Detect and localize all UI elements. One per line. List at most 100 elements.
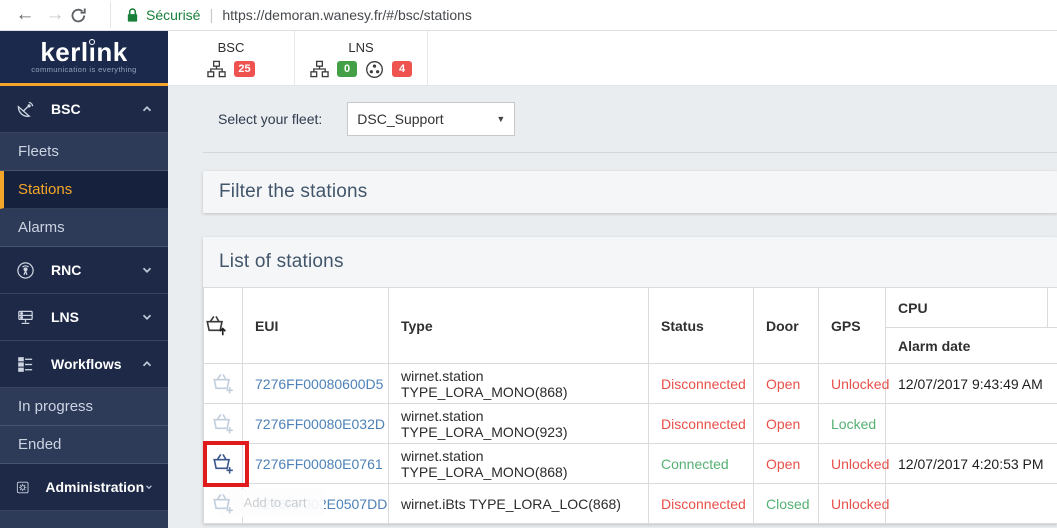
sidebar-item-stations[interactable]: Stations	[0, 171, 168, 209]
browser-toolbar: ← → Sécurisé | https://demoran.wanesy.fr…	[0, 0, 1057, 31]
station-door: Open	[753, 443, 819, 484]
browser-back-icon[interactable]: ←	[10, 1, 40, 29]
col-header-door: Door	[753, 287, 819, 364]
station-status: Disconnected	[648, 363, 754, 404]
secure-lock-icon	[127, 8, 138, 22]
section-divider	[203, 152, 1057, 153]
station-type: wirnet.iBts TYPE_LORA_LOC(868)	[388, 483, 649, 524]
sidebar-administration-label: Administration	[45, 479, 145, 495]
fleet-select-label: Select your fleet:	[218, 111, 323, 127]
station-status: Connected	[648, 443, 754, 484]
station-eui-link[interactable]: 7276FF002E0507DD	[255, 496, 387, 512]
add-to-cart-cell[interactable]	[203, 441, 249, 487]
sidebar: BSC Fleets Stations Alarms RNC LNS Workf…	[0, 86, 168, 528]
sidebar-section-bsc[interactable]: BSC	[0, 86, 168, 133]
chevron-down-icon	[142, 314, 152, 320]
col-header-eui: EUI	[242, 287, 389, 364]
tab-bsc-label: BSC	[217, 40, 245, 55]
station-alarm-date: 12/07/2017 4:20:53 PM	[885, 443, 1057, 484]
station-type: wirnet.station TYPE_LORA_MONO(923)	[388, 403, 649, 444]
station-eui-link[interactable]: 7276FF00080E032D	[255, 416, 385, 432]
sidebar-item-ended[interactable]: Ended	[0, 426, 168, 464]
app-header: kerlı nk communication is everything BSC …	[0, 31, 1057, 86]
satellite-dish-icon	[17, 101, 34, 117]
fleet-selector-row: Select your fleet: DSC_Support ▼	[168, 86, 1057, 152]
export-cart-header-button[interactable]	[203, 287, 243, 364]
station-alarm-date	[885, 403, 1057, 444]
cart-add-icon	[213, 373, 233, 393]
station-status: Disconnected	[648, 403, 754, 444]
station-gps: Unlocked	[818, 483, 889, 524]
table-row: 7276FF00080E032D wirnet.station TYPE_LOR…	[203, 403, 1057, 444]
station-eui-link[interactable]: 7276FF00080600D5	[255, 376, 383, 392]
list-panel-title: List of stations	[219, 251, 344, 272]
fleet-selected-value: DSC_Support	[357, 111, 444, 127]
table-row: 7276FF00080600D5 wirnet.station TYPE_LOR…	[203, 363, 1057, 404]
browser-reload-icon[interactable]	[70, 7, 100, 24]
filter-stations-panel[interactable]: Filter the stations	[203, 171, 1057, 213]
chevron-up-icon	[142, 361, 152, 367]
globe-dot-icon	[88, 39, 95, 45]
col-header-type: Type	[388, 287, 649, 364]
workflow-list-icon	[18, 356, 33, 372]
fleet-select-dropdown[interactable]: DSC_Support ▼	[347, 102, 516, 136]
main-content: Select your fleet: DSC_Support ▼ Filter …	[168, 86, 1057, 528]
sidebar-section-administration[interactable]: Administration	[0, 464, 168, 511]
cart-add-icon	[213, 453, 233, 473]
omnibox-separator: |	[209, 6, 214, 24]
cluster-icon	[366, 60, 383, 78]
top-tab-bar: BSC 25 LNS 0 4	[168, 31, 1057, 86]
sidebar-item-alarms[interactable]: Alarms	[0, 209, 168, 247]
lns-ok-badge: 0	[337, 61, 357, 77]
tab-lns-label: LNS	[348, 39, 374, 55]
chevron-up-icon	[142, 106, 152, 112]
sidebar-bsc-label: BSC	[51, 101, 81, 117]
col-header-cpu: CPU	[885, 287, 1048, 328]
sidebar-item-fleets[interactable]: Fleets	[0, 133, 168, 171]
station-alarm-date: 12/07/2017 9:43:49 AM	[885, 363, 1057, 404]
filter-panel-title: Filter the stations	[219, 181, 368, 202]
lns-alarm-badge: 4	[392, 61, 412, 77]
sidebar-section-workflows[interactable]: Workflows	[0, 341, 168, 388]
cart-add-icon	[213, 413, 233, 433]
add-to-cart-cell[interactable]: Add to cart	[203, 483, 324, 524]
brand-tagline: communication is everything	[31, 65, 137, 74]
tab-bsc[interactable]: BSC 25	[168, 31, 295, 85]
address-bar[interactable]: Sécurisé | https://demoran.wanesy.fr/#/b…	[110, 2, 1057, 28]
sidebar-rnc-label: RNC	[51, 262, 82, 278]
kerlink-logo[interactable]: kerlı nk communication is everything	[0, 31, 168, 86]
list-panel-header: List of stations	[203, 237, 1057, 287]
bsc-alarm-badge: 25	[234, 61, 255, 77]
chevron-down-icon	[146, 485, 152, 490]
dropdown-arrow-icon: ▼	[496, 114, 506, 124]
stations-table: EUI Type Status Door GPS CPU Alarm date	[203, 287, 1057, 524]
add-to-cart-cell[interactable]	[203, 403, 243, 444]
sidebar-section-rnc[interactable]: RNC	[0, 247, 168, 294]
sidebar-workflows-label: Workflows	[51, 356, 122, 372]
table-row: 7276FF00080E0761 wirnet.station TYPE_LOR…	[203, 441, 1057, 487]
station-alarm-date	[885, 483, 1057, 524]
antenna-broadcast-icon	[17, 261, 34, 279]
table-row: Add to cart 7276FF002E0507DD wirnet.iBts…	[203, 483, 1057, 524]
station-door: Open	[753, 403, 819, 444]
station-door: Closed	[753, 483, 819, 524]
chevron-down-icon	[142, 267, 152, 273]
sidebar-filler	[0, 511, 168, 528]
server-host-icon	[18, 310, 33, 324]
station-eui-link[interactable]: 7276FF00080E0761	[255, 456, 383, 472]
add-to-cart-cell[interactable]	[203, 363, 243, 404]
station-gps: Unlocked	[818, 363, 889, 404]
browser-forward-icon[interactable]: →	[40, 1, 70, 29]
station-gps: Locked	[818, 403, 886, 444]
col-header-status: Status	[648, 287, 754, 364]
tab-lns[interactable]: LNS 0 4	[295, 31, 428, 85]
station-type: wirnet.station TYPE_LORA_MONO(868)	[388, 443, 649, 484]
station-gps: Unlocked	[818, 443, 889, 484]
station-status: Disconnected	[648, 483, 754, 524]
sitemap-icon	[207, 60, 227, 78]
secure-label: Sécurisé	[146, 7, 201, 23]
sidebar-lns-label: LNS	[51, 309, 79, 325]
sidebar-section-lns[interactable]: LNS	[0, 294, 168, 341]
sidebar-item-in-progress[interactable]: In progress	[0, 388, 168, 426]
station-door: Open	[753, 363, 819, 404]
